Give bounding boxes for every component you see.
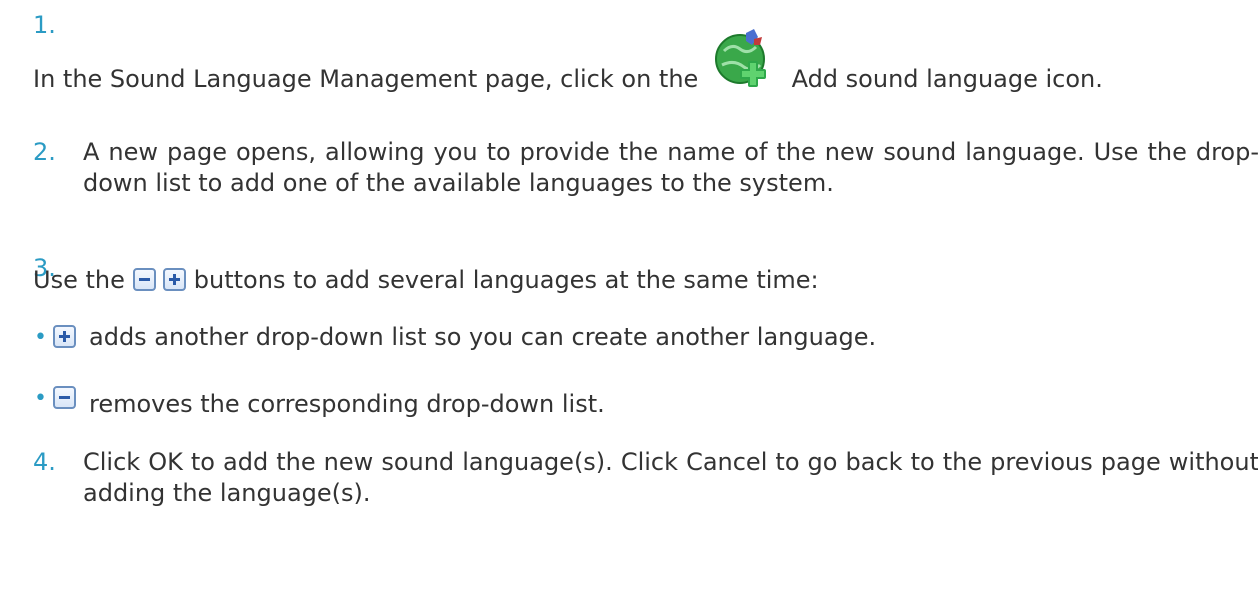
step-2: 2. A new page opens, allowing you to pro… xyxy=(33,137,1258,237)
bullet-1-text: adds another drop-down list so you can c… xyxy=(89,323,877,351)
step-1-text: In the Sound Language Management page, c… xyxy=(33,29,1243,109)
step-2-number: 2. xyxy=(33,138,56,166)
step-4-text: Click OK to add the new sound language(s… xyxy=(83,448,1258,507)
step-1: 1. In the Sound Language Management page… xyxy=(33,10,1234,120)
step-3-text-before: Use the xyxy=(33,266,125,294)
step-3-bullet-1: • adds another drop-down list so you can… xyxy=(0,322,1258,356)
minus-button-icon xyxy=(53,386,76,409)
step-1-text-before: In the Sound Language Management page, c… xyxy=(33,65,699,93)
step-3-text-after: buttons to add several languages at the … xyxy=(193,266,819,294)
bullet-2-text: removes the corresponding drop-down list… xyxy=(89,390,605,418)
step-1-number: 1. xyxy=(33,11,56,39)
step-3-bullet-2: • removes the corresponding drop-down li… xyxy=(0,385,1258,419)
step-4: 4. Click OK to add the new sound languag… xyxy=(33,447,1258,527)
step-4-number: 4. xyxy=(33,448,56,476)
plus-button-icon xyxy=(163,268,187,291)
bullet-marker: • xyxy=(34,325,47,350)
bullet-marker: • xyxy=(34,386,47,411)
step-2-text: A new page opens, allowing you to provid… xyxy=(83,138,1258,197)
plus-button-icon xyxy=(53,325,76,348)
step-3-text: Use the buttons to add several languages… xyxy=(33,265,1233,296)
step-1-text-after: Add sound language icon. xyxy=(791,65,1103,93)
step-3: 3. Use the buttons to add several langua… xyxy=(33,253,1234,296)
add-sound-language-icon xyxy=(710,29,780,87)
minus-button-icon xyxy=(132,268,156,291)
